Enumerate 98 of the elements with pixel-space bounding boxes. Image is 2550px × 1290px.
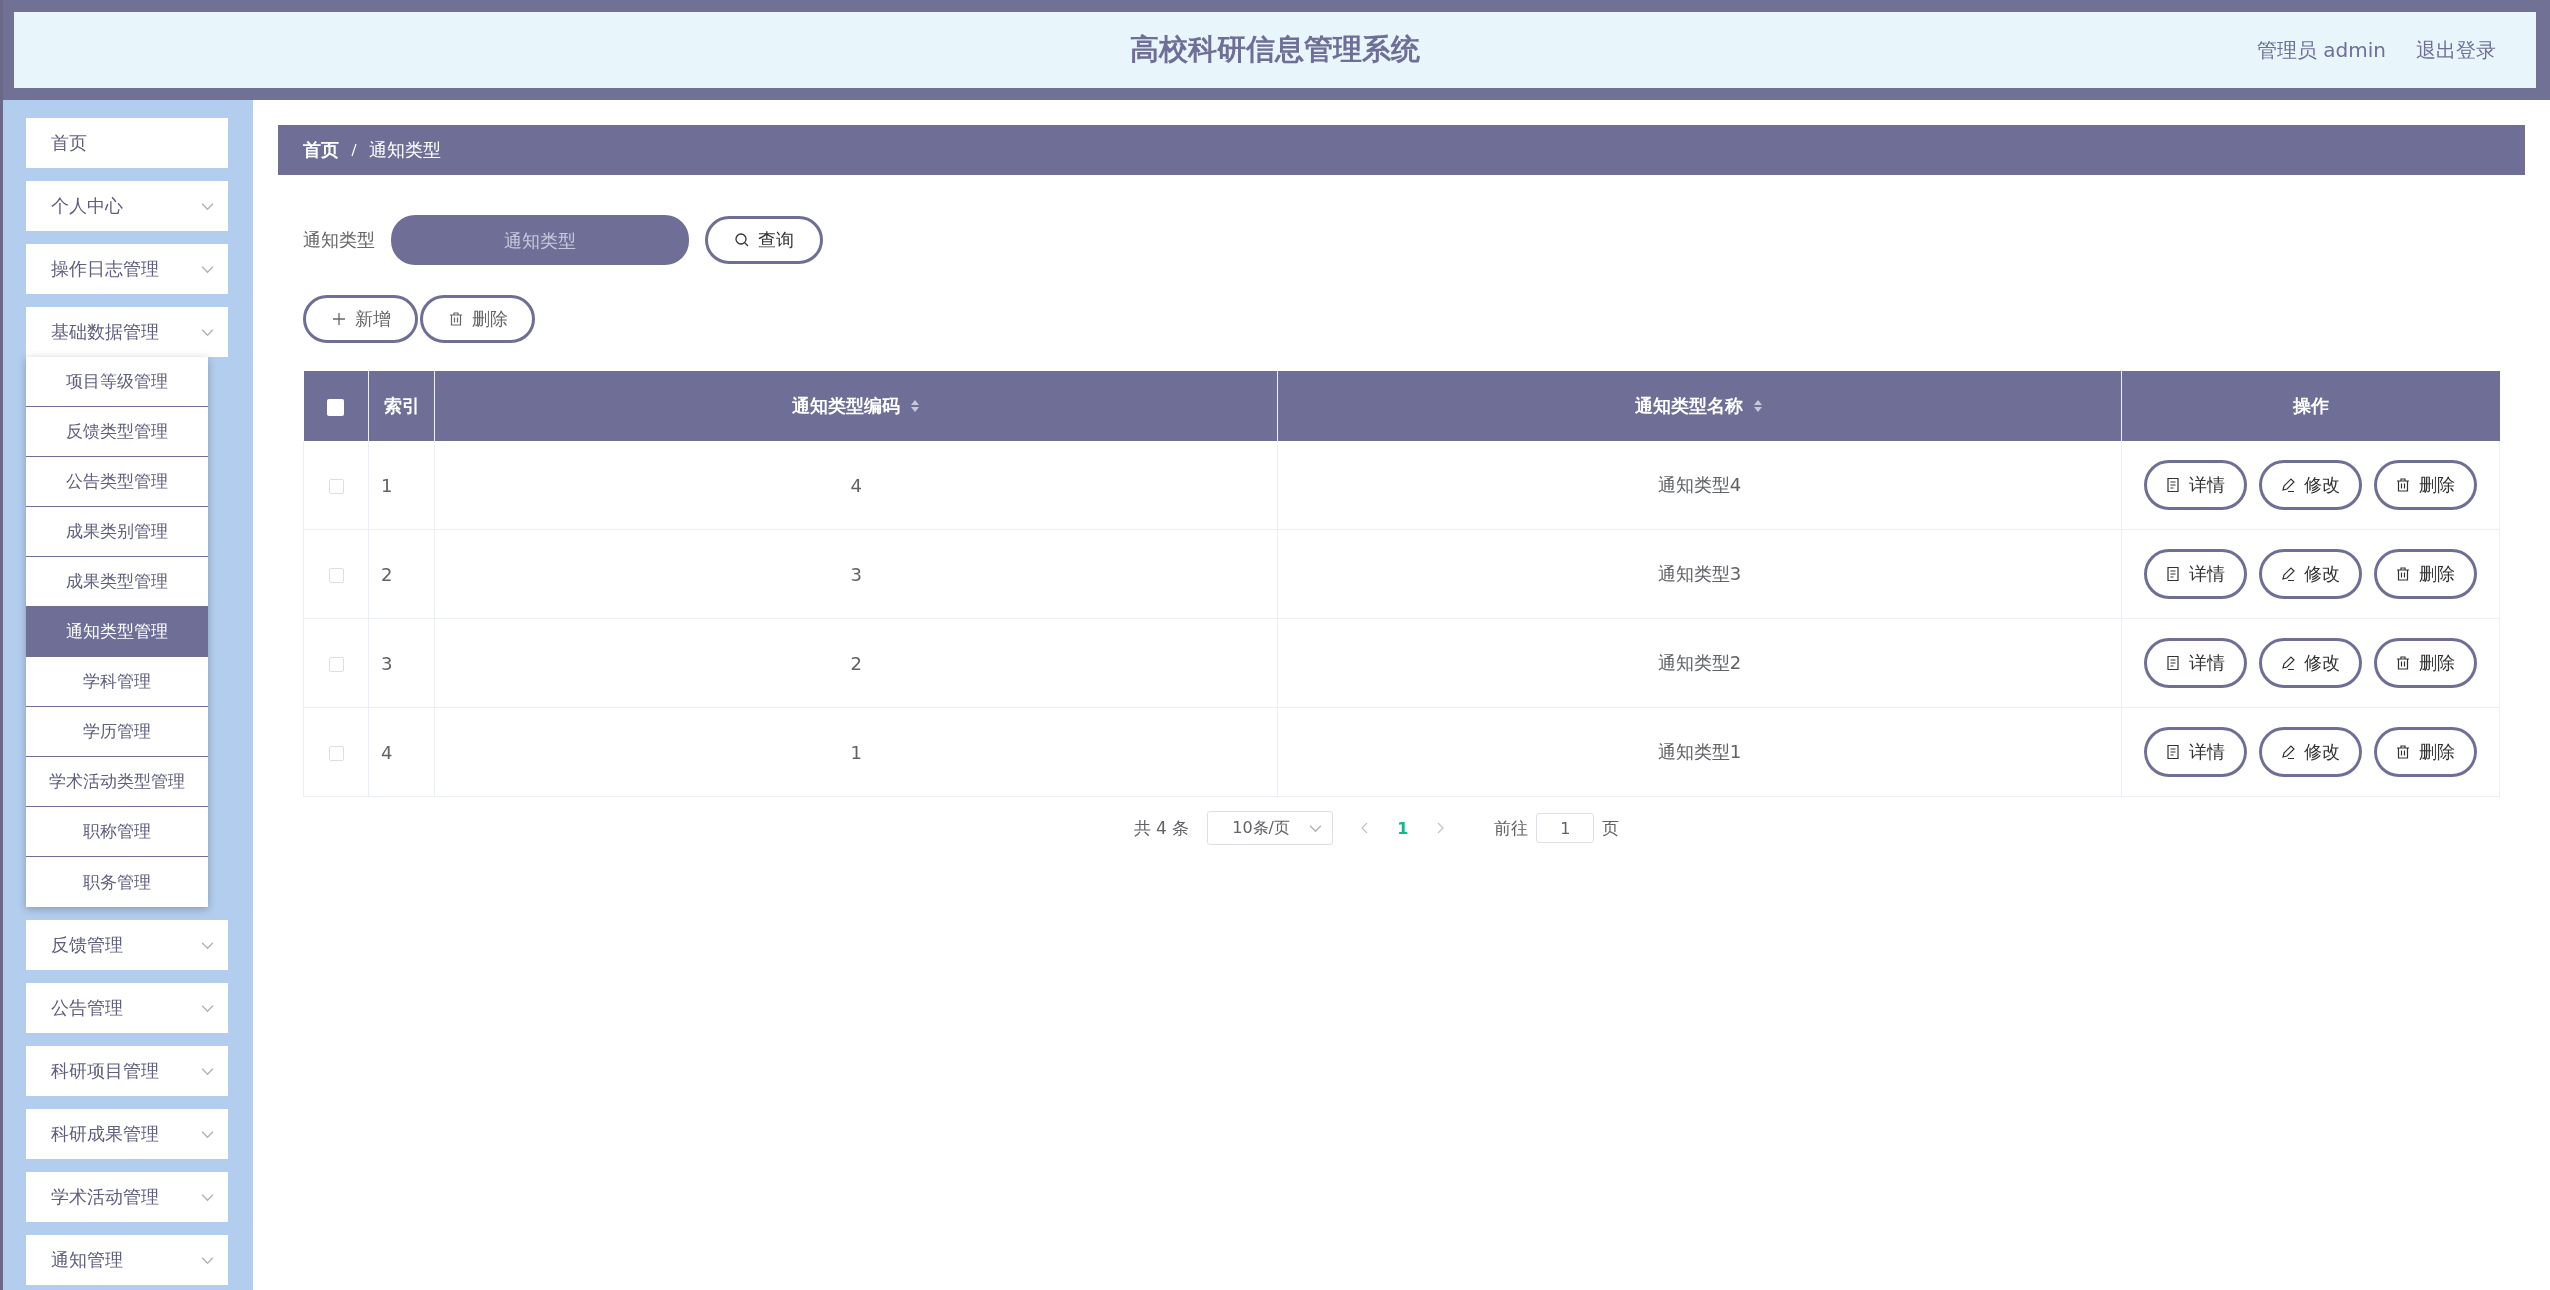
table-cell: 4 — [368, 707, 435, 797]
chevron-down-icon — [201, 264, 214, 274]
submenu-item[interactable]: 职称管理 — [26, 807, 208, 857]
column-header[interactable]: 通知类型编码 — [434, 371, 1278, 441]
breadcrumb-separator-icon — [351, 143, 357, 157]
details-button[interactable]: 详情 — [2143, 727, 2247, 777]
table-cell: 通知类型2 — [1277, 618, 2121, 708]
menu-item[interactable]: 反馈管理 — [26, 920, 228, 970]
table-cell: 通知类型4 — [1277, 441, 2121, 530]
menu-item[interactable]: 操作日志管理 — [26, 244, 228, 294]
menu-item[interactable]: 科研成果管理 — [26, 1109, 228, 1159]
previous-page-icon[interactable] — [1361, 822, 1370, 834]
menu-item[interactable]: 通知管理 — [26, 1235, 228, 1285]
submenu-item[interactable]: 成果类别管理 — [26, 507, 208, 557]
page-size-select[interactable]: 10条/页 — [1207, 811, 1334, 845]
search-button[interactable]: 查询 — [705, 216, 823, 264]
submenu-item[interactable]: 反馈类型管理 — [26, 407, 208, 457]
table-cell: 通知类型3 — [1277, 529, 2121, 619]
trash-icon — [2395, 566, 2412, 582]
chevron-down-icon — [201, 201, 214, 211]
submenu-item[interactable]: 通知类型管理 — [26, 607, 208, 657]
document-icon — [2165, 744, 2182, 760]
table-cell: 4 — [434, 441, 1278, 530]
table-cell: 3 — [434, 529, 1278, 619]
page-input[interactable]: 1 — [1536, 813, 1595, 843]
app-title: 高校科研信息管理系统 — [1130, 31, 1420, 68]
submenu-item[interactable]: 职务管理 — [26, 857, 208, 907]
details-button[interactable]: 详情 — [2143, 460, 2247, 510]
submenu-item[interactable]: 学科管理 — [26, 657, 208, 707]
trash-icon — [2395, 744, 2412, 760]
next-page-icon[interactable] — [1436, 822, 1445, 834]
menu-item[interactable]: 科研项目管理 — [26, 1046, 228, 1096]
sort-icon[interactable] — [910, 398, 921, 414]
chevron-down-icon — [1309, 823, 1323, 833]
checkbox[interactable] — [328, 479, 344, 494]
delete-button[interactable]: 删除 — [420, 295, 535, 343]
page-unit-label: 页 — [1602, 816, 1620, 840]
breadcrumb-item[interactable]: 首页 — [303, 138, 339, 162]
chevron-down-icon — [201, 1129, 214, 1139]
field-label: 通知类型 — [303, 228, 375, 252]
submenu-item[interactable]: 学术活动类型管理 — [26, 757, 208, 807]
search-icon — [734, 232, 750, 248]
submenu-item[interactable]: 项目等级管理 — [26, 357, 208, 407]
delete-button[interactable]: 删除 — [2373, 549, 2477, 599]
details-button[interactable]: 详情 — [2143, 549, 2247, 599]
plus-icon — [330, 311, 347, 327]
table-cell: 1 — [434, 707, 1278, 797]
sort-icon[interactable] — [1753, 398, 1764, 414]
document-icon — [2165, 477, 2182, 493]
trash-icon — [2395, 655, 2412, 671]
delete-button[interactable]: 删除 — [2373, 638, 2477, 688]
pencil-icon — [2280, 566, 2297, 582]
submenu-item[interactable]: 学历管理 — [26, 707, 208, 757]
submenu-item[interactable]: 公告类型管理 — [26, 457, 208, 507]
trash-icon — [2395, 477, 2412, 493]
total-count: 共 4 条 — [1133, 816, 1190, 840]
logout-link[interactable]: 退出登录 — [2416, 36, 2496, 64]
table-cell: 1 — [368, 441, 435, 530]
document-icon — [2165, 566, 2182, 582]
user-label: 管理员 admin — [2256, 36, 2386, 64]
edit-button[interactable]: 修改 — [2258, 549, 2362, 599]
column-header[interactable]: 索引 — [368, 371, 435, 441]
menu-item[interactable]: 基础数据管理 — [26, 307, 228, 357]
checkbox[interactable] — [328, 746, 344, 761]
edit-button[interactable]: 修改 — [2258, 460, 2362, 510]
delete-button[interactable]: 删除 — [2373, 460, 2477, 510]
add-button[interactable]: 新增 — [303, 295, 418, 343]
chevron-down-icon — [201, 1066, 214, 1076]
menu-item[interactable]: 学术活动管理 — [26, 1172, 228, 1222]
column-header[interactable]: 操作 — [2121, 371, 2500, 441]
trash-icon — [447, 311, 464, 327]
breadcrumb-item: 通知类型 — [369, 138, 441, 162]
chevron-down-icon — [201, 327, 214, 337]
edit-button[interactable]: 修改 — [2258, 727, 2362, 777]
table-cell: 3 — [368, 618, 435, 708]
chevron-down-icon — [201, 1255, 214, 1265]
chevron-down-icon — [201, 1003, 214, 1013]
details-button[interactable]: 详情 — [2143, 638, 2247, 688]
menu-item[interactable]: 个人中心 — [26, 181, 228, 231]
chevron-down-icon — [201, 940, 214, 950]
search-field[interactable]: 通知类型 — [391, 215, 689, 265]
checkbox[interactable] — [328, 568, 344, 583]
table-cell: 通知类型1 — [1277, 707, 2121, 797]
pencil-icon — [2280, 477, 2297, 493]
pencil-icon — [2280, 744, 2297, 760]
menu-item[interactable]: 首页 — [26, 118, 228, 168]
edit-button[interactable]: 修改 — [2258, 638, 2362, 688]
menu-item[interactable]: 公告管理 — [26, 983, 228, 1033]
table-cell: 2 — [368, 529, 435, 619]
chevron-down-icon — [201, 1192, 214, 1202]
document-icon — [2165, 655, 2182, 671]
column-header[interactable]: 通知类型名称 — [1277, 371, 2121, 441]
delete-button[interactable]: 删除 — [2373, 727, 2477, 777]
checkbox[interactable] — [327, 399, 345, 416]
table-cell: 2 — [434, 618, 1278, 708]
checkbox[interactable] — [328, 657, 344, 672]
pencil-icon — [2280, 655, 2297, 671]
goto-label: 前往 — [1494, 816, 1529, 840]
